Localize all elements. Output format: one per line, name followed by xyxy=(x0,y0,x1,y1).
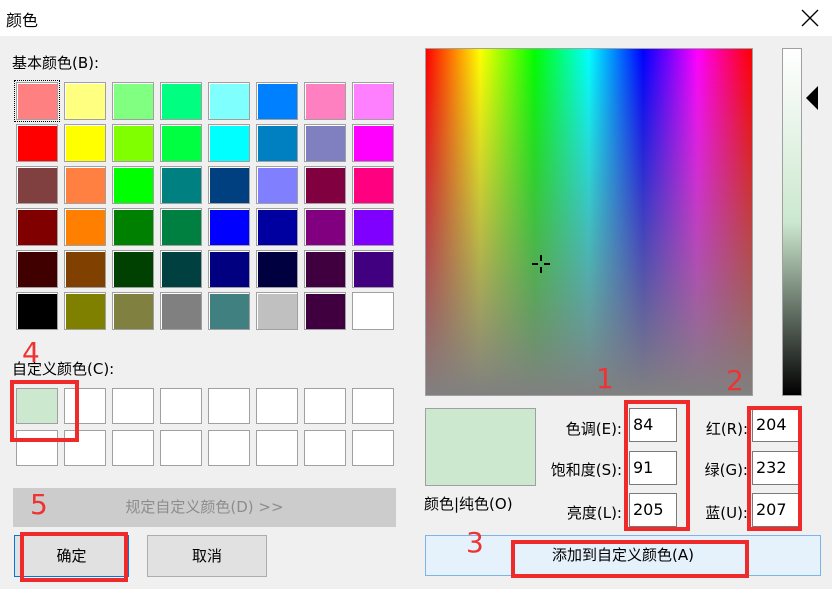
basic-colors-label: 基本颜色(B): xyxy=(12,54,100,72)
luminance-label: 亮度(L): xyxy=(566,504,622,522)
basic-color-swatch[interactable] xyxy=(16,166,58,204)
basic-color-swatch[interactable] xyxy=(256,208,298,246)
basic-color-swatch[interactable] xyxy=(208,124,250,162)
basic-color-swatch[interactable] xyxy=(304,208,346,246)
custom-color-swatch[interactable] xyxy=(352,388,394,424)
basic-color-swatch[interactable] xyxy=(256,124,298,162)
basic-color-swatch[interactable] xyxy=(256,292,298,330)
basic-color-swatch[interactable] xyxy=(64,208,106,246)
spectrum-saturation-layer xyxy=(426,49,752,395)
luminance-slider[interactable] xyxy=(782,48,802,396)
color-spectrum[interactable] xyxy=(425,48,753,396)
custom-color-swatch[interactable] xyxy=(256,430,298,466)
basic-color-swatch[interactable] xyxy=(16,208,58,246)
basic-color-swatch[interactable] xyxy=(112,124,154,162)
title-bar: 颜色 xyxy=(0,0,832,36)
basic-color-swatch[interactable] xyxy=(352,250,394,288)
basic-color-swatch[interactable] xyxy=(64,250,106,288)
basic-color-swatch[interactable] xyxy=(14,80,60,122)
annotation-number-1: 1 xyxy=(596,362,614,395)
basic-color-swatch[interactable] xyxy=(352,82,394,120)
basic-color-swatch[interactable] xyxy=(304,250,346,288)
basic-color-swatch[interactable] xyxy=(64,124,106,162)
hue-label: 色调(E): xyxy=(565,420,622,438)
custom-color-swatch[interactable] xyxy=(112,388,154,424)
blue-label: 蓝(U): xyxy=(705,504,748,522)
basic-color-swatch[interactable] xyxy=(160,292,202,330)
red-label: 红(R): xyxy=(705,420,748,438)
basic-color-swatch[interactable] xyxy=(352,208,394,246)
custom-color-swatch[interactable] xyxy=(112,430,154,466)
custom-color-swatch[interactable] xyxy=(160,388,202,424)
basic-color-swatch[interactable] xyxy=(304,166,346,204)
custom-color-swatch[interactable] xyxy=(208,388,250,424)
custom-color-swatch[interactable] xyxy=(256,388,298,424)
basic-color-swatch[interactable] xyxy=(352,124,394,162)
basic-color-swatch[interactable] xyxy=(304,82,346,120)
custom-color-swatch[interactable] xyxy=(160,430,202,466)
basic-color-swatch[interactable] xyxy=(64,166,106,204)
basic-color-swatch[interactable] xyxy=(352,292,394,330)
basic-color-swatch[interactable] xyxy=(208,250,250,288)
define-custom-colors-button[interactable]: 规定自定义颜色(D) >> xyxy=(13,488,396,527)
basic-color-swatch[interactable] xyxy=(160,124,202,162)
basic-color-swatch[interactable] xyxy=(304,124,346,162)
basic-color-swatch[interactable] xyxy=(208,166,250,204)
basic-color-swatch[interactable] xyxy=(16,250,58,288)
custom-color-swatch[interactable] xyxy=(208,430,250,466)
annotation-number-4: 4 xyxy=(22,336,40,369)
close-button[interactable] xyxy=(788,0,832,36)
annotation-number-5: 5 xyxy=(30,488,48,521)
custom-color-swatch[interactable] xyxy=(304,430,346,466)
basic-color-swatch[interactable] xyxy=(208,82,250,120)
basic-color-swatch[interactable] xyxy=(256,250,298,288)
basic-color-swatch[interactable] xyxy=(112,208,154,246)
basic-color-swatch[interactable] xyxy=(112,292,154,330)
basic-color-swatch[interactable] xyxy=(112,250,154,288)
basic-color-swatch[interactable] xyxy=(256,166,298,204)
annotation-box-custom xyxy=(10,380,79,442)
annotation-number-2: 2 xyxy=(726,364,744,397)
basic-color-swatch[interactable] xyxy=(160,82,202,120)
annotation-box-ok xyxy=(20,532,128,582)
annotation-box-rgb xyxy=(747,406,802,531)
custom-color-swatch[interactable] xyxy=(352,430,394,466)
basic-color-swatch[interactable] xyxy=(160,166,202,204)
preview-label[interactable]: 颜色|纯色(O) xyxy=(424,493,513,514)
crosshair-icon xyxy=(532,255,550,273)
luminance-arrow-icon[interactable] xyxy=(806,86,818,110)
cancel-button[interactable]: 取消 xyxy=(147,535,267,577)
basic-color-swatch[interactable] xyxy=(16,124,58,162)
close-icon xyxy=(801,9,819,27)
basic-color-swatch[interactable] xyxy=(208,292,250,330)
basic-color-swatch[interactable] xyxy=(352,166,394,204)
basic-color-swatch[interactable] xyxy=(64,292,106,330)
window-title: 颜色 xyxy=(6,11,39,30)
green-label: 绿(G): xyxy=(704,461,748,479)
basic-color-swatch[interactable] xyxy=(64,82,106,120)
annotation-number-3: 3 xyxy=(466,526,484,559)
basic-color-swatch[interactable] xyxy=(208,208,250,246)
annotation-box-hsl xyxy=(624,400,690,531)
custom-color-swatch[interactable] xyxy=(304,388,346,424)
basic-color-swatch[interactable] xyxy=(160,208,202,246)
basic-color-swatch[interactable] xyxy=(304,292,346,330)
basic-color-swatch[interactable] xyxy=(16,292,58,330)
basic-color-swatch[interactable] xyxy=(160,250,202,288)
basic-color-swatch[interactable] xyxy=(112,82,154,120)
saturation-label: 饱和度(S): xyxy=(550,461,622,479)
color-preview xyxy=(425,408,536,486)
annotation-box-add xyxy=(511,540,749,578)
basic-color-swatch[interactable] xyxy=(256,82,298,120)
basic-color-swatch[interactable] xyxy=(112,166,154,204)
